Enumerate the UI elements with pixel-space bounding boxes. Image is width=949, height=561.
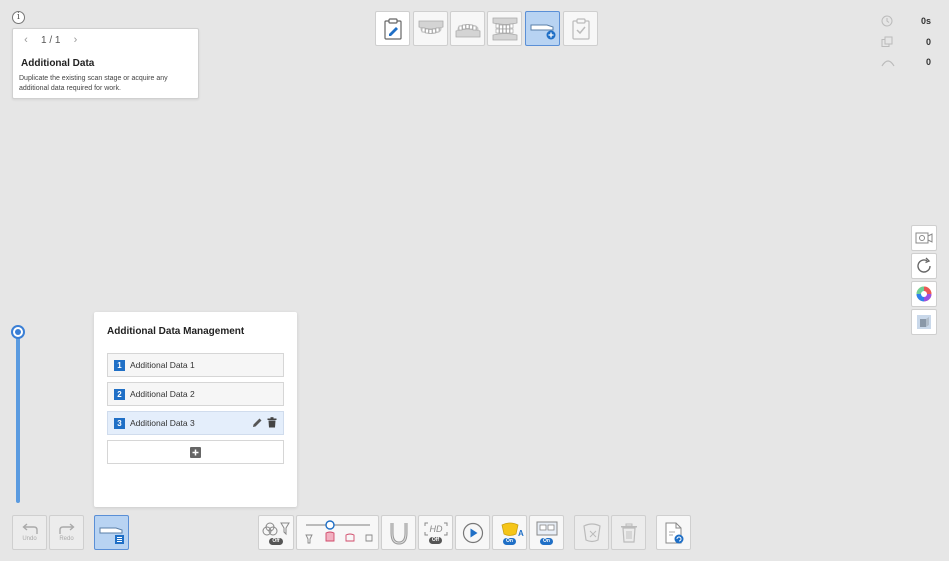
trash-icon <box>620 523 637 543</box>
scan-time-status: 0s <box>881 15 931 27</box>
arch-mode-button[interactable] <box>381 515 416 550</box>
delete-button[interactable] <box>611 515 646 550</box>
guide-pager: ‹ 1 / 1 › <box>21 34 80 46</box>
undo-label: Undo <box>22 536 37 542</box>
undo-icon <box>21 523 38 534</box>
camera-view-button[interactable] <box>911 225 937 251</box>
prev-page-icon[interactable]: ‹ <box>21 34 31 46</box>
page-indicator: 1 / 1 <box>41 34 61 46</box>
item-label: Additional Data 2 <box>130 389 195 399</box>
vertical-slider-knob[interactable] <box>11 325 25 339</box>
item-number-badge: 3 <box>114 417 125 429</box>
next-page-icon[interactable]: › <box>70 34 80 46</box>
clock-icon <box>881 15 893 27</box>
panel-title: Additional Data Management <box>107 326 245 337</box>
mandible-stage-button[interactable] <box>450 11 485 46</box>
additional-data-item-3[interactable]: 3 Additional Data 3 <box>107 411 284 435</box>
camera-icon <box>915 232 933 244</box>
guide-title: Additional Data <box>21 58 95 69</box>
accuracy-status: 0 <box>881 56 931 68</box>
item-label: Additional Data 3 <box>130 418 195 428</box>
occlusion-icon <box>492 17 517 40</box>
filter-icon <box>262 522 290 536</box>
scanner-list-icon <box>99 527 124 544</box>
play-button[interactable] <box>455 515 490 550</box>
arch-icon <box>881 60 895 67</box>
copy-icon <box>881 36 893 47</box>
filter-level-slider-icon <box>304 519 372 543</box>
ai-tooth-icon: A <box>501 522 524 538</box>
cube-icon <box>917 315 931 329</box>
additional-data-stage-button[interactable] <box>525 11 560 46</box>
document-refresh-icon <box>665 522 683 543</box>
filtering-level-slider[interactable] <box>296 515 379 550</box>
scan-count-status: 0 <box>881 36 931 48</box>
undo-button[interactable]: Undo <box>12 515 47 550</box>
ai-state: On <box>503 538 516 545</box>
accuracy-value: 0 <box>925 57 931 67</box>
redo-button[interactable]: Redo <box>49 515 84 550</box>
plus-square-icon <box>190 446 201 458</box>
data-management-button[interactable] <box>94 515 129 550</box>
guide-description: Duplicate the existing scan stage or acq… <box>19 75 168 92</box>
svg-text:A: A <box>518 529 524 538</box>
trash-icon[interactable] <box>267 417 277 428</box>
clipboard-pencil-icon <box>383 17 402 40</box>
scan-time-value: 0s <box>920 16 931 26</box>
filter-state: Off <box>269 538 283 545</box>
additional-data-panel: Additional Data Management 1 Additional … <box>94 312 297 507</box>
clipboard-check-icon <box>571 17 590 40</box>
filter-toggle-button[interactable]: Off <box>258 515 294 550</box>
texture-view-button[interactable] <box>911 309 937 335</box>
additional-data-item-2[interactable]: 2 Additional Data 2 <box>107 382 284 406</box>
refresh-icon <box>917 257 931 273</box>
guide-card: ‹ 1 / 1 › Additional Data Duplicate the … <box>12 28 199 99</box>
ai-scan-button[interactable]: A On <box>492 515 527 550</box>
svg-text:HD: HD <box>429 524 442 534</box>
smart-state: On <box>540 538 553 545</box>
vertical-slider-track[interactable] <box>16 336 20 503</box>
edit-stage-button[interactable] <box>375 11 410 46</box>
color-wheel-icon <box>916 286 932 302</box>
redo-icon <box>58 523 75 534</box>
maxilla-stage-button[interactable] <box>413 11 448 46</box>
additional-data-item-1[interactable]: 1 Additional Data 1 <box>107 353 284 377</box>
scanner-plus-icon <box>530 24 555 39</box>
pencil-icon[interactable] <box>252 417 263 428</box>
info-icon[interactable]: i <box>12 11 25 24</box>
occlusion-stage-button[interactable] <box>487 11 522 46</box>
add-data-button[interactable] <box>107 440 284 464</box>
hd-state: Off <box>428 537 443 544</box>
hd-icon: HD <box>424 522 447 536</box>
play-icon <box>462 522 483 543</box>
smart-scan-button[interactable]: On <box>529 515 564 550</box>
reset-view-button[interactable] <box>911 253 937 279</box>
hd-mode-button[interactable]: HD Off <box>418 515 453 550</box>
tooth-erase-icon <box>582 522 601 542</box>
redo-label: Redo <box>59 536 74 542</box>
scan-view-icon <box>536 521 557 536</box>
complete-stage-button[interactable] <box>563 11 598 46</box>
mandible-icon <box>455 23 480 37</box>
item-number-badge: 2 <box>114 388 125 400</box>
color-mode-button[interactable] <box>911 281 937 307</box>
arch-u-icon <box>390 522 407 545</box>
scan-count-value: 0 <box>925 37 931 47</box>
erase-tooth-button[interactable] <box>574 515 609 550</box>
item-label: Additional Data 1 <box>130 360 195 370</box>
report-button[interactable] <box>656 515 691 550</box>
maxilla-icon <box>418 20 443 34</box>
item-number-badge: 1 <box>114 359 125 371</box>
